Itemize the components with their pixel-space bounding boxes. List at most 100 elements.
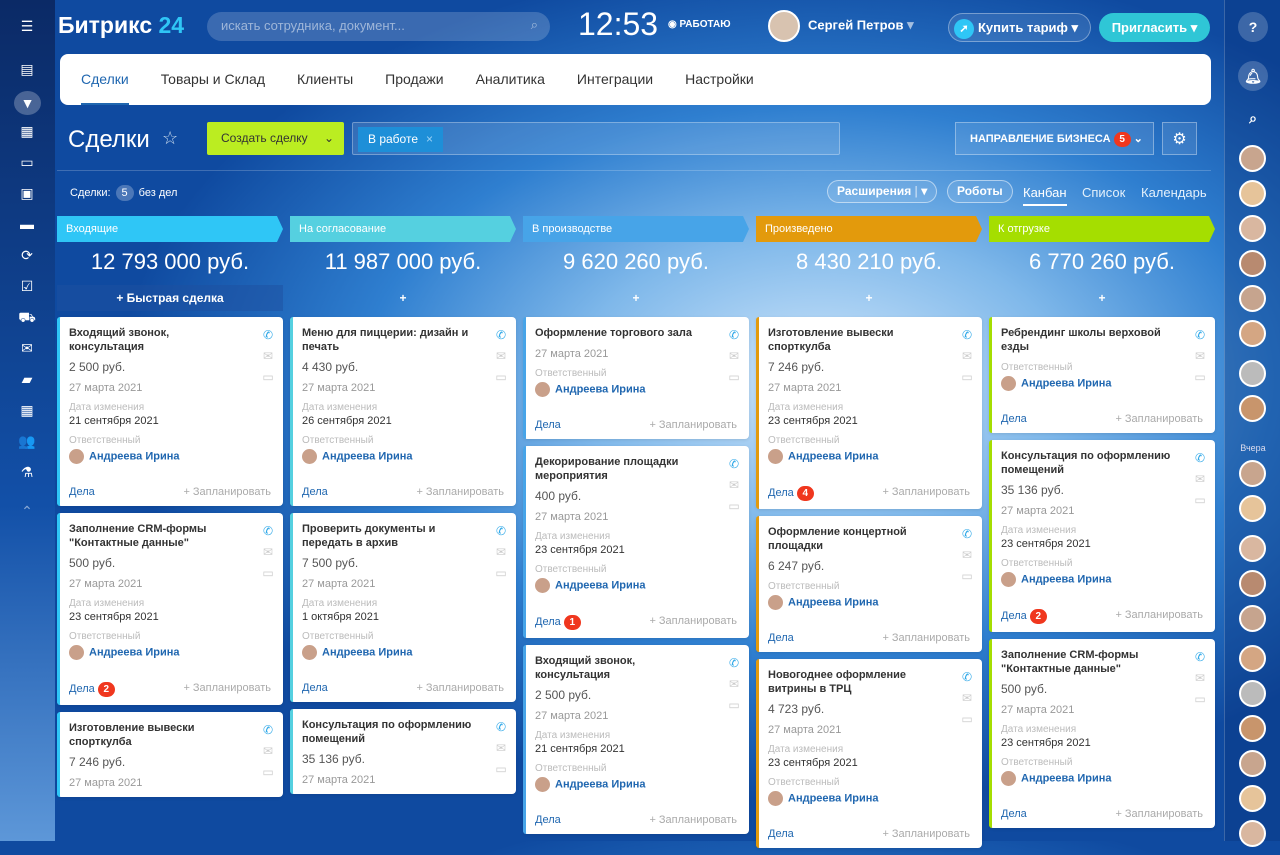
collapse-icon[interactable]: ⌃ [18,503,36,519]
comment-icon[interactable]: ▭ [960,709,974,730]
contact-avatar[interactable] [1239,680,1266,707]
plan-button[interactable]: + Запланировать [1115,609,1203,624]
mail-icon[interactable]: ✉ [960,346,974,367]
contact-avatar[interactable] [1239,320,1266,347]
mail-icon[interactable]: ✉ [494,738,508,759]
phone-icon[interactable]: ✆ [1193,448,1207,469]
mail-icon[interactable]: ✉ [960,545,974,566]
plan-button[interactable]: + Запланировать [183,486,271,498]
comment-icon[interactable]: ▭ [727,695,741,716]
responsible-person[interactable]: Андреева Ирина [535,382,737,397]
view-calendar[interactable]: Календарь [1141,185,1207,200]
tasks-link[interactable]: Дела [1001,808,1027,820]
tasks-link[interactable]: Дела [302,486,328,498]
plan-button[interactable]: + Запланировать [882,486,970,501]
phone-icon[interactable]: ✆ [494,717,508,738]
tasks-link[interactable]: Дела [768,828,794,840]
tasks-link[interactable]: Дела 2 [69,682,115,697]
deal-card[interactable]: Входящий звонок, консультация2 500 руб.2… [523,645,749,834]
quick-deal-button[interactable]: + Быстрая сделка [57,285,283,311]
deal-title[interactable]: Заполнение CRM-формы "Контактные данные" [69,522,271,550]
user-menu[interactable]: Сергей Петров ▾ [768,10,914,42]
phone-icon[interactable]: ✆ [960,667,974,688]
grid-icon[interactable]: ▦ [18,123,36,139]
tab-1[interactable]: Товары и Склад [161,54,265,105]
contact-avatar[interactable] [1239,785,1266,812]
deal-card[interactable]: Изготовление вывески спорткулба7 246 руб… [57,712,283,797]
plan-button[interactable]: + Запланировать [649,419,737,431]
work-status[interactable]: ◉ РАБОТАЮ [668,19,731,30]
deal-card[interactable]: Декорирование площадки мероприятия400 ру… [523,446,749,638]
view-kanban[interactable]: Канбан [1023,185,1067,200]
responsible-person[interactable]: Андреева Ирина [1001,771,1203,786]
mail-icon[interactable]: ✉ [1193,469,1207,490]
tasks-link[interactable]: Дела [535,419,561,431]
contact-avatar[interactable] [1239,820,1266,847]
tab-4[interactable]: Аналитика [476,54,545,105]
tab-0[interactable]: Сделки [81,54,129,105]
comment-icon[interactable]: ▭ [1193,367,1207,388]
comment-icon[interactable]: ▭ [261,563,275,584]
contact-avatar[interactable] [1239,215,1266,242]
extensions-button[interactable]: Расширения | ▾ [827,180,937,203]
comment-icon[interactable]: ▭ [261,762,275,783]
responsible-person[interactable]: Андреева Ирина [768,791,970,806]
counter-value[interactable]: 5 [116,185,134,201]
comment-icon[interactable]: ▭ [494,563,508,584]
contact-avatar[interactable] [1239,535,1266,562]
deal-title[interactable]: Изготовление вывески спорткулба [768,326,970,354]
deal-title[interactable]: Консультация по оформлению помещений [1001,449,1203,477]
responsible-person[interactable]: Андреева Ирина [302,645,504,660]
plan-button[interactable]: + Запланировать [183,682,271,697]
stage-header[interactable]: Входящие [57,216,283,242]
mail-icon[interactable]: ✉ [1193,346,1207,367]
comment-icon[interactable]: ▭ [1193,490,1207,511]
phone-icon[interactable]: ✆ [960,524,974,545]
responsible-person[interactable]: Андреева Ирина [69,645,271,660]
deal-card[interactable]: Консультация по оформлению помещений35 1… [989,440,1215,632]
filter-chip[interactable]: В работе× [358,127,443,152]
plan-button[interactable]: + Запланировать [416,486,504,498]
store-icon[interactable]: ▬ [18,216,36,232]
sync-icon[interactable]: ⟳ [18,247,36,263]
calendar-icon[interactable]: ▦ [18,402,36,418]
comment-icon[interactable]: ▭ [727,496,741,517]
star-icon[interactable]: ☆ [162,128,178,149]
contact-avatar[interactable] [1239,250,1266,277]
tasks-icon[interactable]: ☑ [18,278,36,294]
stage-header[interactable]: К отгрузке [989,216,1215,242]
contact-avatar[interactable] [1239,180,1266,207]
add-deal-button[interactable]: + [989,285,1215,311]
phone-icon[interactable]: ✆ [261,521,275,542]
contact-avatar[interactable] [1239,715,1266,742]
deal-title[interactable]: Меню для пиццерии: дизайн и печать [302,326,504,354]
contact-avatar[interactable] [1239,605,1266,632]
plan-button[interactable]: + Запланировать [1115,413,1203,425]
search-icon[interactable]: ⌕ [1238,103,1268,133]
comment-icon[interactable]: ▭ [1193,689,1207,710]
phone-icon[interactable]: ✆ [960,325,974,346]
mail-icon[interactable]: ✉ [261,741,275,762]
deal-title[interactable]: Оформление торгового зала [535,326,737,340]
cart-icon[interactable]: ⛟ [18,309,36,325]
deal-card[interactable]: Оформление торгового зала27 марта 2021От… [523,317,749,439]
deal-title[interactable]: Входящий звонок, консультация [69,326,271,354]
responsible-person[interactable]: Андреева Ирина [1001,376,1203,391]
tasks-link[interactable]: Дела 4 [768,486,814,501]
phone-icon[interactable]: ✆ [1193,325,1207,346]
deal-card[interactable]: Консультация по оформлению помещений35 1… [290,709,516,794]
group-icon[interactable]: 👥 [18,433,36,449]
mail-icon[interactable]: ✉ [727,674,741,695]
business-direction-button[interactable]: НАПРАВЛЕНИЕ БИЗНЕСА 5 ⌄ [955,122,1154,155]
bell-icon[interactable]: 🔔︎ [1238,61,1268,91]
phone-icon[interactable]: ✆ [727,325,741,346]
contact-avatar[interactable] [1239,645,1266,672]
plan-button[interactable]: + Запланировать [882,632,970,644]
phone-icon[interactable]: ✆ [494,325,508,346]
tasks-link[interactable]: Дела [1001,413,1027,425]
deal-card[interactable]: Ребрендинг школы верховой ездыОтветствен… [989,317,1215,433]
robots-button[interactable]: Роботы [947,180,1013,203]
chat-icon[interactable]: ▰ [18,371,36,387]
responsible-person[interactable]: Андреева Ирина [69,449,271,464]
close-icon[interactable]: × [426,132,433,146]
